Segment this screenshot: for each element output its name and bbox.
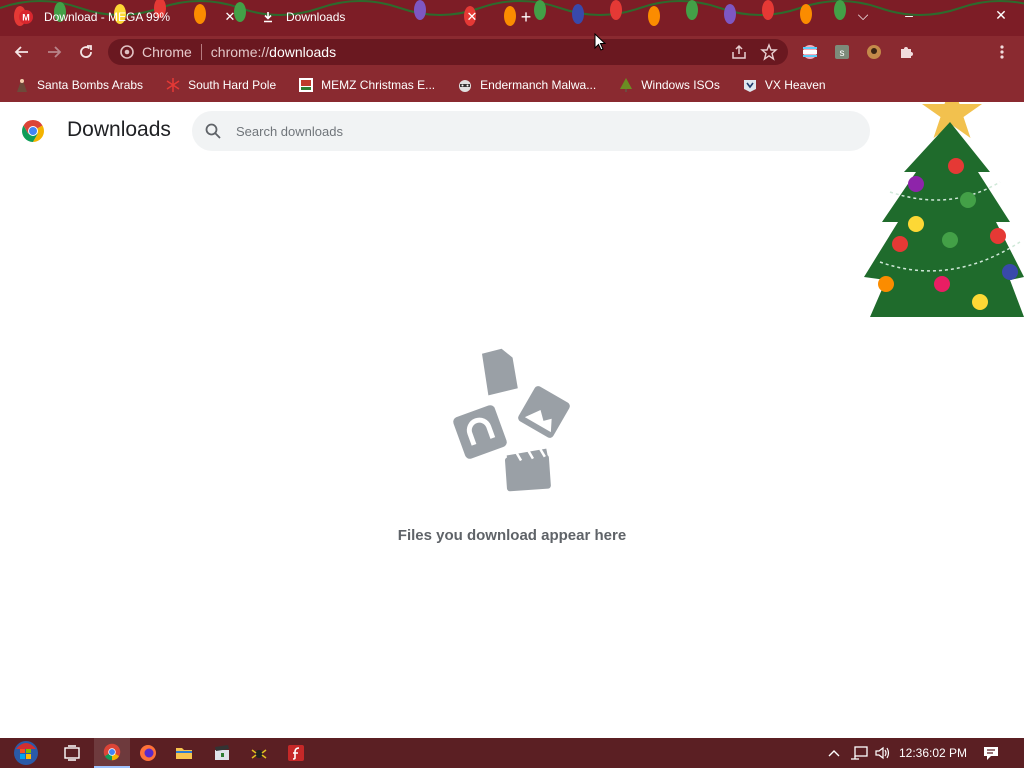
santa-icon [14, 77, 30, 93]
volume-tray-icon[interactable] [872, 738, 894, 768]
bookmark-windows-isos[interactable]: Windows ISOs [612, 73, 726, 97]
folder-icon [176, 748, 192, 759]
speaker-icon [875, 746, 890, 760]
reload-icon[interactable] [74, 40, 98, 64]
action-center-button[interactable] [976, 738, 1006, 768]
search-icon [205, 123, 221, 139]
profile-extension-icon[interactable] [864, 42, 884, 62]
task-view-icon [64, 745, 80, 761]
svg-text:s: s [840, 48, 845, 59]
site-info[interactable]: Chrome [120, 44, 192, 60]
back-arrow-icon[interactable] [10, 40, 34, 64]
tab-title: Download - MEGA 99% [44, 10, 171, 24]
close-window-button[interactable]: ✕ [978, 0, 1024, 30]
tab-title: Downloads [286, 10, 346, 24]
share-icon[interactable] [730, 43, 748, 66]
minimize-button[interactable]: – [886, 0, 932, 30]
empty-state-message: Files you download appear here [397, 527, 627, 544]
memz-icon [298, 77, 314, 93]
taskbar-spider-app[interactable] [241, 738, 277, 768]
forward-arrow-icon[interactable] [42, 40, 66, 64]
bookmark-vx-heaven[interactable]: VX Heaven [736, 73, 832, 97]
bookmark-label: South Hard Pole [188, 78, 277, 92]
notification-icon [984, 747, 998, 760]
mouse-cursor-icon [594, 33, 606, 51]
image-file-icon [518, 386, 570, 438]
bookmark-label: Endermanch Malwa... [480, 78, 597, 92]
url-prefix: chrome:// [210, 44, 270, 60]
bookmark-endermanch-malware[interactable]: Endermanch Malwa... [451, 73, 602, 97]
page-title: Downloads [67, 118, 171, 141]
windows-taskbar: 12:36:02 PM [0, 738, 1024, 768]
omnibox-separator [200, 44, 202, 60]
taskbar-firefox[interactable] [130, 738, 166, 768]
bookmark-label: VX Heaven [764, 78, 826, 92]
downloads-page: Downloads Files you download appear here [0, 102, 1024, 738]
menu-kebab-icon[interactable] [992, 42, 1012, 62]
tab-search-button[interactable]: ⌵ [840, 0, 886, 30]
bookmark-label: MEMZ Christmas E... [321, 78, 436, 92]
mega-icon: M [18, 9, 34, 25]
browser-toolbar: Chrome chrome://downloads s [0, 36, 1024, 68]
bookmark-label: Santa Bombs Arabs [37, 78, 144, 92]
bookmark-santa-bombs-arabs[interactable]: Santa Bombs Arabs [8, 73, 149, 97]
christmas-tree-decoration [864, 102, 1024, 317]
address-bar[interactable]: Chrome chrome://downloads [108, 39, 788, 65]
tab-downloads[interactable]: Downloads ✕ [248, 2, 488, 32]
tab-close-icon[interactable]: ✕ [464, 9, 480, 25]
clock[interactable]: 12:36:02 PM [896, 738, 970, 768]
url-path: downloads [269, 44, 337, 60]
firefox-icon [140, 745, 156, 761]
bookmark-label: Windows ISOs [641, 78, 720, 92]
vx-icon [742, 77, 758, 93]
site-label: Chrome [142, 44, 192, 60]
clapper-icon [215, 745, 229, 760]
raccoon-icon [457, 77, 473, 93]
spider-icon [251, 749, 267, 759]
taskbar-chrome[interactable] [94, 738, 130, 768]
network-icon [851, 746, 868, 760]
flash-icon [288, 745, 304, 761]
new-tab-button[interactable]: + [516, 8, 536, 28]
tab-strip: M Download - MEGA 99% ✕ Downloads ✕ + ⌵ … [0, 0, 1024, 36]
tree-icon [618, 77, 634, 93]
search-input[interactable] [236, 123, 836, 139]
start-button[interactable] [8, 738, 44, 768]
document-file-icon [481, 348, 518, 396]
bookmark-memz-christmas[interactable]: MEMZ Christmas E... [292, 73, 441, 97]
show-hidden-icons-button[interactable] [824, 738, 844, 768]
url-text[interactable]: chrome://downloads [211, 44, 336, 60]
chevron-up-icon [828, 750, 840, 757]
download-icon [260, 9, 276, 25]
task-view-button[interactable] [54, 738, 90, 768]
chrome-icon [103, 743, 121, 761]
flag-extension-icon[interactable] [800, 42, 820, 62]
empty-downloads-illustration [453, 348, 570, 492]
audio-file-icon [453, 405, 507, 459]
taskbar-clapper-app[interactable] [204, 738, 240, 768]
start-orb-icon [14, 741, 38, 765]
bookmark-star-icon[interactable] [760, 43, 778, 66]
taskbar-file-explorer[interactable] [166, 738, 202, 768]
network-tray-icon[interactable] [848, 738, 870, 768]
snowflake-icon [165, 77, 181, 93]
video-file-icon [504, 448, 551, 492]
chrome-site-icon [120, 45, 134, 59]
svg-text:M: M [22, 13, 30, 23]
chrome-logo-icon [22, 120, 44, 142]
bookmarks-bar: Santa Bombs Arabs South Hard Pole MEMZ C… [0, 68, 1024, 102]
tab-mega-download[interactable]: M Download - MEGA 99% ✕ [10, 2, 246, 32]
puzzle-extensions-icon[interactable] [896, 42, 916, 62]
search-box[interactable] [192, 111, 870, 151]
taskbar-flash-app[interactable] [278, 738, 314, 768]
bookmark-south-hard-pole[interactable]: South Hard Pole [159, 73, 282, 97]
s-extension-icon[interactable]: s [832, 42, 852, 62]
tab-close-icon[interactable]: ✕ [222, 9, 238, 25]
